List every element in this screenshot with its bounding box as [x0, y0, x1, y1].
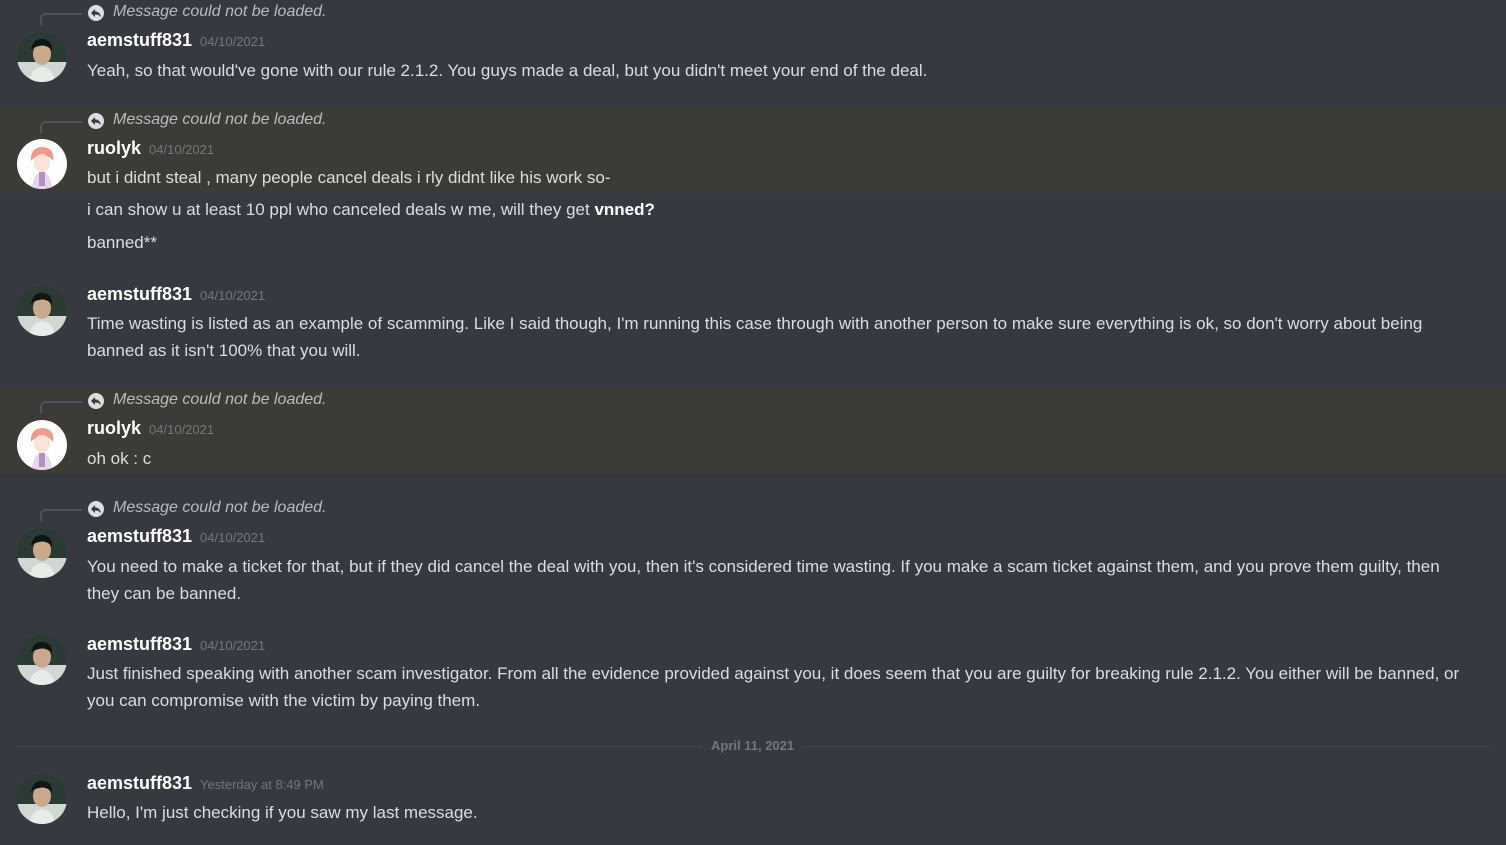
reply-text: Message could not be loaded.	[113, 391, 327, 408]
message-header: aemstuff831 04/10/2021	[87, 526, 265, 547]
reply-reference[interactable]: Message could not be loaded.	[0, 2, 600, 25]
reply-text: Message could not be loaded.	[113, 3, 327, 20]
message-text-part: i can show u at least 10 ppl who cancele…	[87, 200, 595, 219]
reply-text: Message could not be loaded.	[113, 111, 327, 128]
date-divider: April 11, 2021	[703, 738, 803, 753]
reply-spine	[40, 509, 82, 521]
avatar[interactable]	[17, 774, 67, 824]
timestamp: 04/10/2021	[200, 638, 266, 653]
message-header: ruolyk 04/10/2021	[87, 138, 214, 159]
avatar[interactable]	[17, 420, 67, 470]
reply-arrow-icon	[88, 113, 104, 129]
reply-spine	[40, 13, 82, 25]
timestamp: Yesterday at 8:49 PM	[200, 777, 324, 792]
reply-arrow-icon	[88, 393, 104, 409]
timestamp: 04/10/2021	[149, 142, 215, 157]
message-group: Message could not be loaded. aemstuff831…	[0, 0, 1506, 106]
username[interactable]: aemstuff831	[87, 30, 192, 50]
message-text: Time wasting is listed as an example of …	[87, 314, 1423, 360]
message-header: ruolyk 04/10/2021	[87, 418, 214, 439]
message-text: oh ok : c	[87, 449, 152, 468]
username[interactable]: aemstuff831	[87, 634, 192, 654]
username[interactable]: aemstuff831	[87, 526, 192, 546]
message-text: Just finished speaking with another scam…	[87, 664, 1460, 710]
message-text: banned**	[87, 233, 157, 252]
message-group-highlighted: Message could not be loaded. ruolyk 04/10…	[0, 107, 1506, 193]
reply-reference[interactable]: Message could not be loaded.	[0, 110, 600, 133]
reply-reference[interactable]: Message could not be loaded.	[0, 498, 600, 521]
timestamp: 04/10/2021	[200, 530, 266, 545]
avatar[interactable]	[17, 32, 67, 82]
bold-text: vnned?	[594, 200, 655, 219]
message-text: Yeah, so that would've gone with our rul…	[87, 61, 928, 80]
chat-messages: Message could not be loaded. aemstuff831…	[0, 0, 1506, 845]
avatar[interactable]	[17, 139, 67, 189]
reply-reference[interactable]: Message could not be loaded.	[0, 390, 600, 413]
message-text: Hello, I'm just checking if you saw my l…	[87, 803, 478, 822]
username[interactable]: aemstuff831	[87, 284, 192, 304]
avatar[interactable]	[17, 635, 67, 685]
reply-spine	[40, 401, 82, 413]
message-group-highlighted: Message could not be loaded. ruolyk 04/10…	[0, 388, 1506, 474]
timestamp: 04/10/2021	[200, 34, 266, 49]
reply-text: Message could not be loaded.	[113, 499, 327, 516]
message-text: but i didnt steal , many people cancel d…	[87, 168, 611, 187]
timestamp: 04/10/2021	[149, 422, 215, 437]
message-text: i can show u at least 10 ppl who cancele…	[87, 196, 1467, 223]
avatar[interactable]	[17, 286, 67, 336]
avatar[interactable]	[17, 528, 67, 578]
username[interactable]: ruolyk	[87, 138, 141, 158]
reply-spine	[40, 121, 82, 133]
message-header: aemstuff831 Yesterday at 8:49 PM	[87, 773, 324, 794]
message-text: You need to make a ticket for that, but …	[87, 557, 1440, 603]
reply-arrow-icon	[88, 501, 104, 517]
timestamp: 04/10/2021	[200, 288, 266, 303]
username[interactable]: aemstuff831	[87, 773, 192, 793]
username[interactable]: ruolyk	[87, 418, 141, 438]
message-header: aemstuff831 04/10/2021	[87, 284, 265, 305]
message-header: aemstuff831 04/10/2021	[87, 30, 265, 51]
message-header: aemstuff831 04/10/2021	[87, 634, 265, 655]
reply-arrow-icon	[88, 5, 104, 21]
